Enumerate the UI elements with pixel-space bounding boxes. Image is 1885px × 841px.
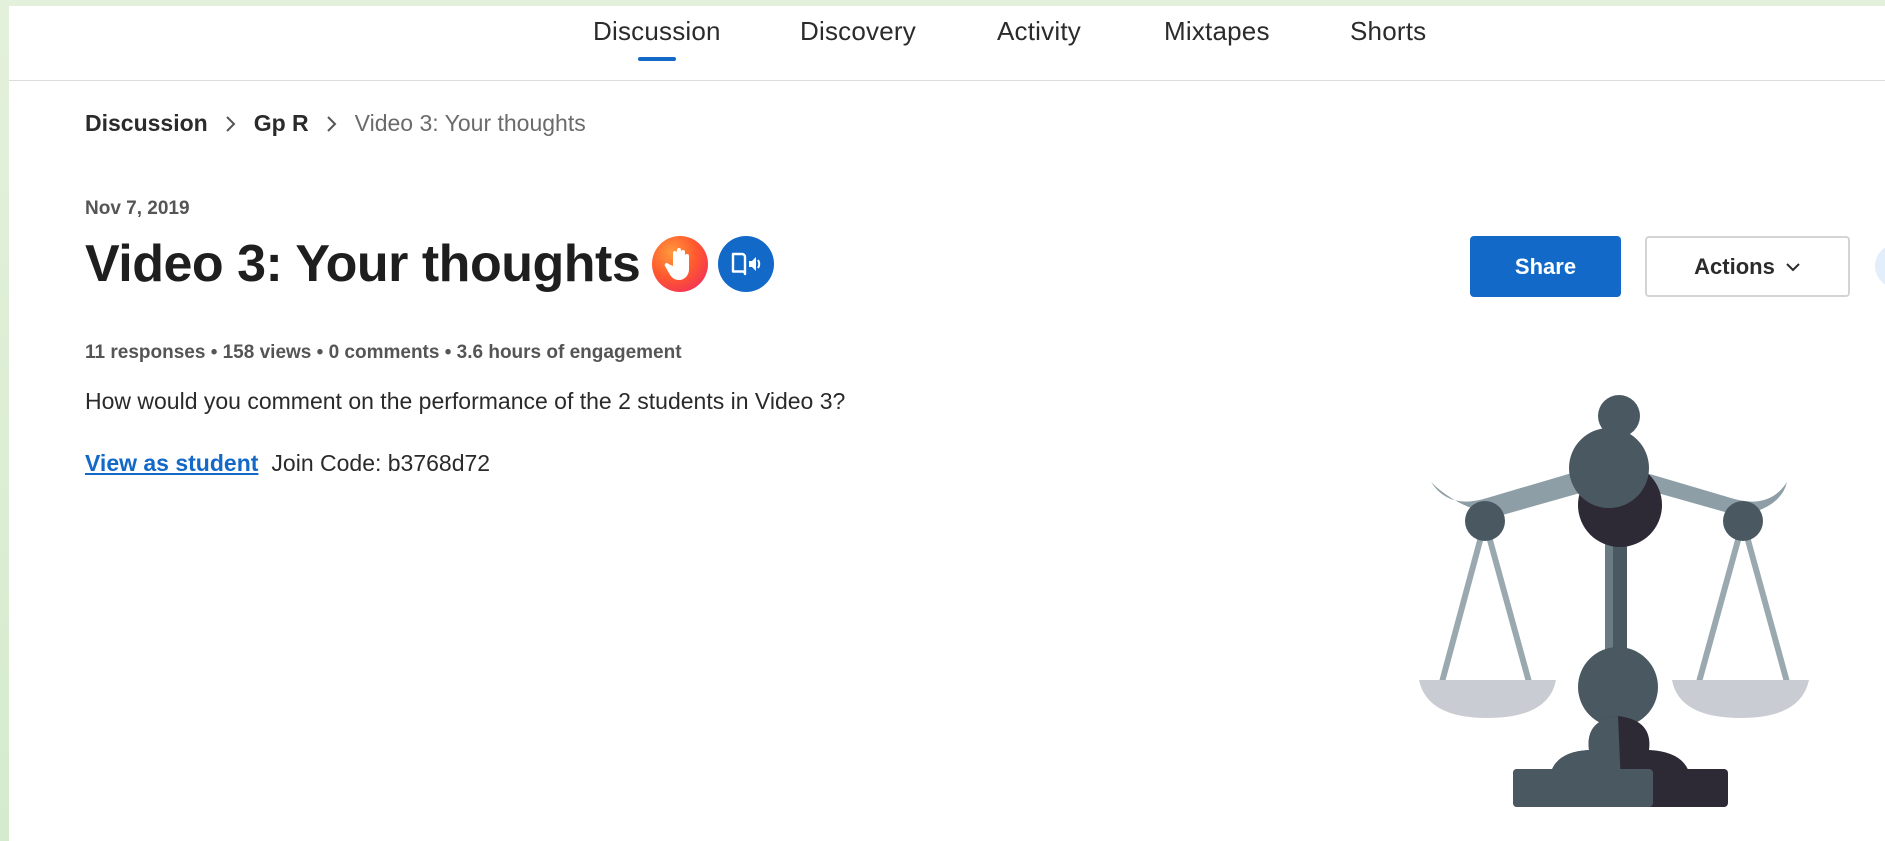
tab-discussion[interactable]: Discussion — [593, 16, 721, 47]
view-as-student-link[interactable]: View as student — [85, 450, 258, 477]
breadcrumb: Discussion Gp R Video 3: Your thoughts — [85, 110, 586, 137]
actions-button[interactable]: Actions — [1645, 236, 1850, 297]
raised-hand-icon[interactable] — [652, 236, 709, 292]
tab-mixtapes[interactable]: Mixtapes — [1164, 16, 1270, 47]
tab-activity[interactable]: Activity — [997, 16, 1081, 47]
topic-stats: 11 responses • 158 views • 0 comments • … — [85, 342, 682, 363]
topic-date: Nov 7, 2019 — [85, 198, 190, 219]
topic-links: View as student Join Code: b3768d72 — [85, 450, 490, 477]
chevron-right-icon — [225, 115, 237, 133]
breadcrumb-current: Video 3: Your thoughts — [354, 110, 586, 136]
share-button[interactable]: Share — [1470, 236, 1621, 297]
tab-shorts[interactable]: Shorts — [1350, 16, 1426, 47]
chevron-right-icon — [326, 115, 338, 133]
actions-label: Actions — [1694, 253, 1775, 279]
chevron-down-icon — [1786, 262, 1800, 271]
tab-discovery[interactable]: Discovery — [800, 16, 916, 47]
balance-scale-icon — [1419, 395, 1809, 807]
more-options-button[interactable] — [1875, 244, 1885, 288]
discussion-page: Discussion Discovery Activity Mixtapes S… — [9, 6, 1885, 841]
top-navigation: Discussion Discovery Activity Mixtapes S… — [9, 6, 1885, 81]
title-row: Video 3: Your thoughts — [85, 234, 775, 294]
breadcrumb-discussion[interactable]: Discussion — [85, 110, 208, 137]
breadcrumb-group[interactable]: Gp R — [254, 110, 309, 137]
immersive-reader-icon[interactable] — [718, 236, 775, 292]
page-title: Video 3: Your thoughts — [85, 235, 641, 293]
topic-prompt: How would you comment on the performance… — [85, 388, 846, 414]
join-code: Join Code: b3768d72 — [271, 450, 491, 476]
